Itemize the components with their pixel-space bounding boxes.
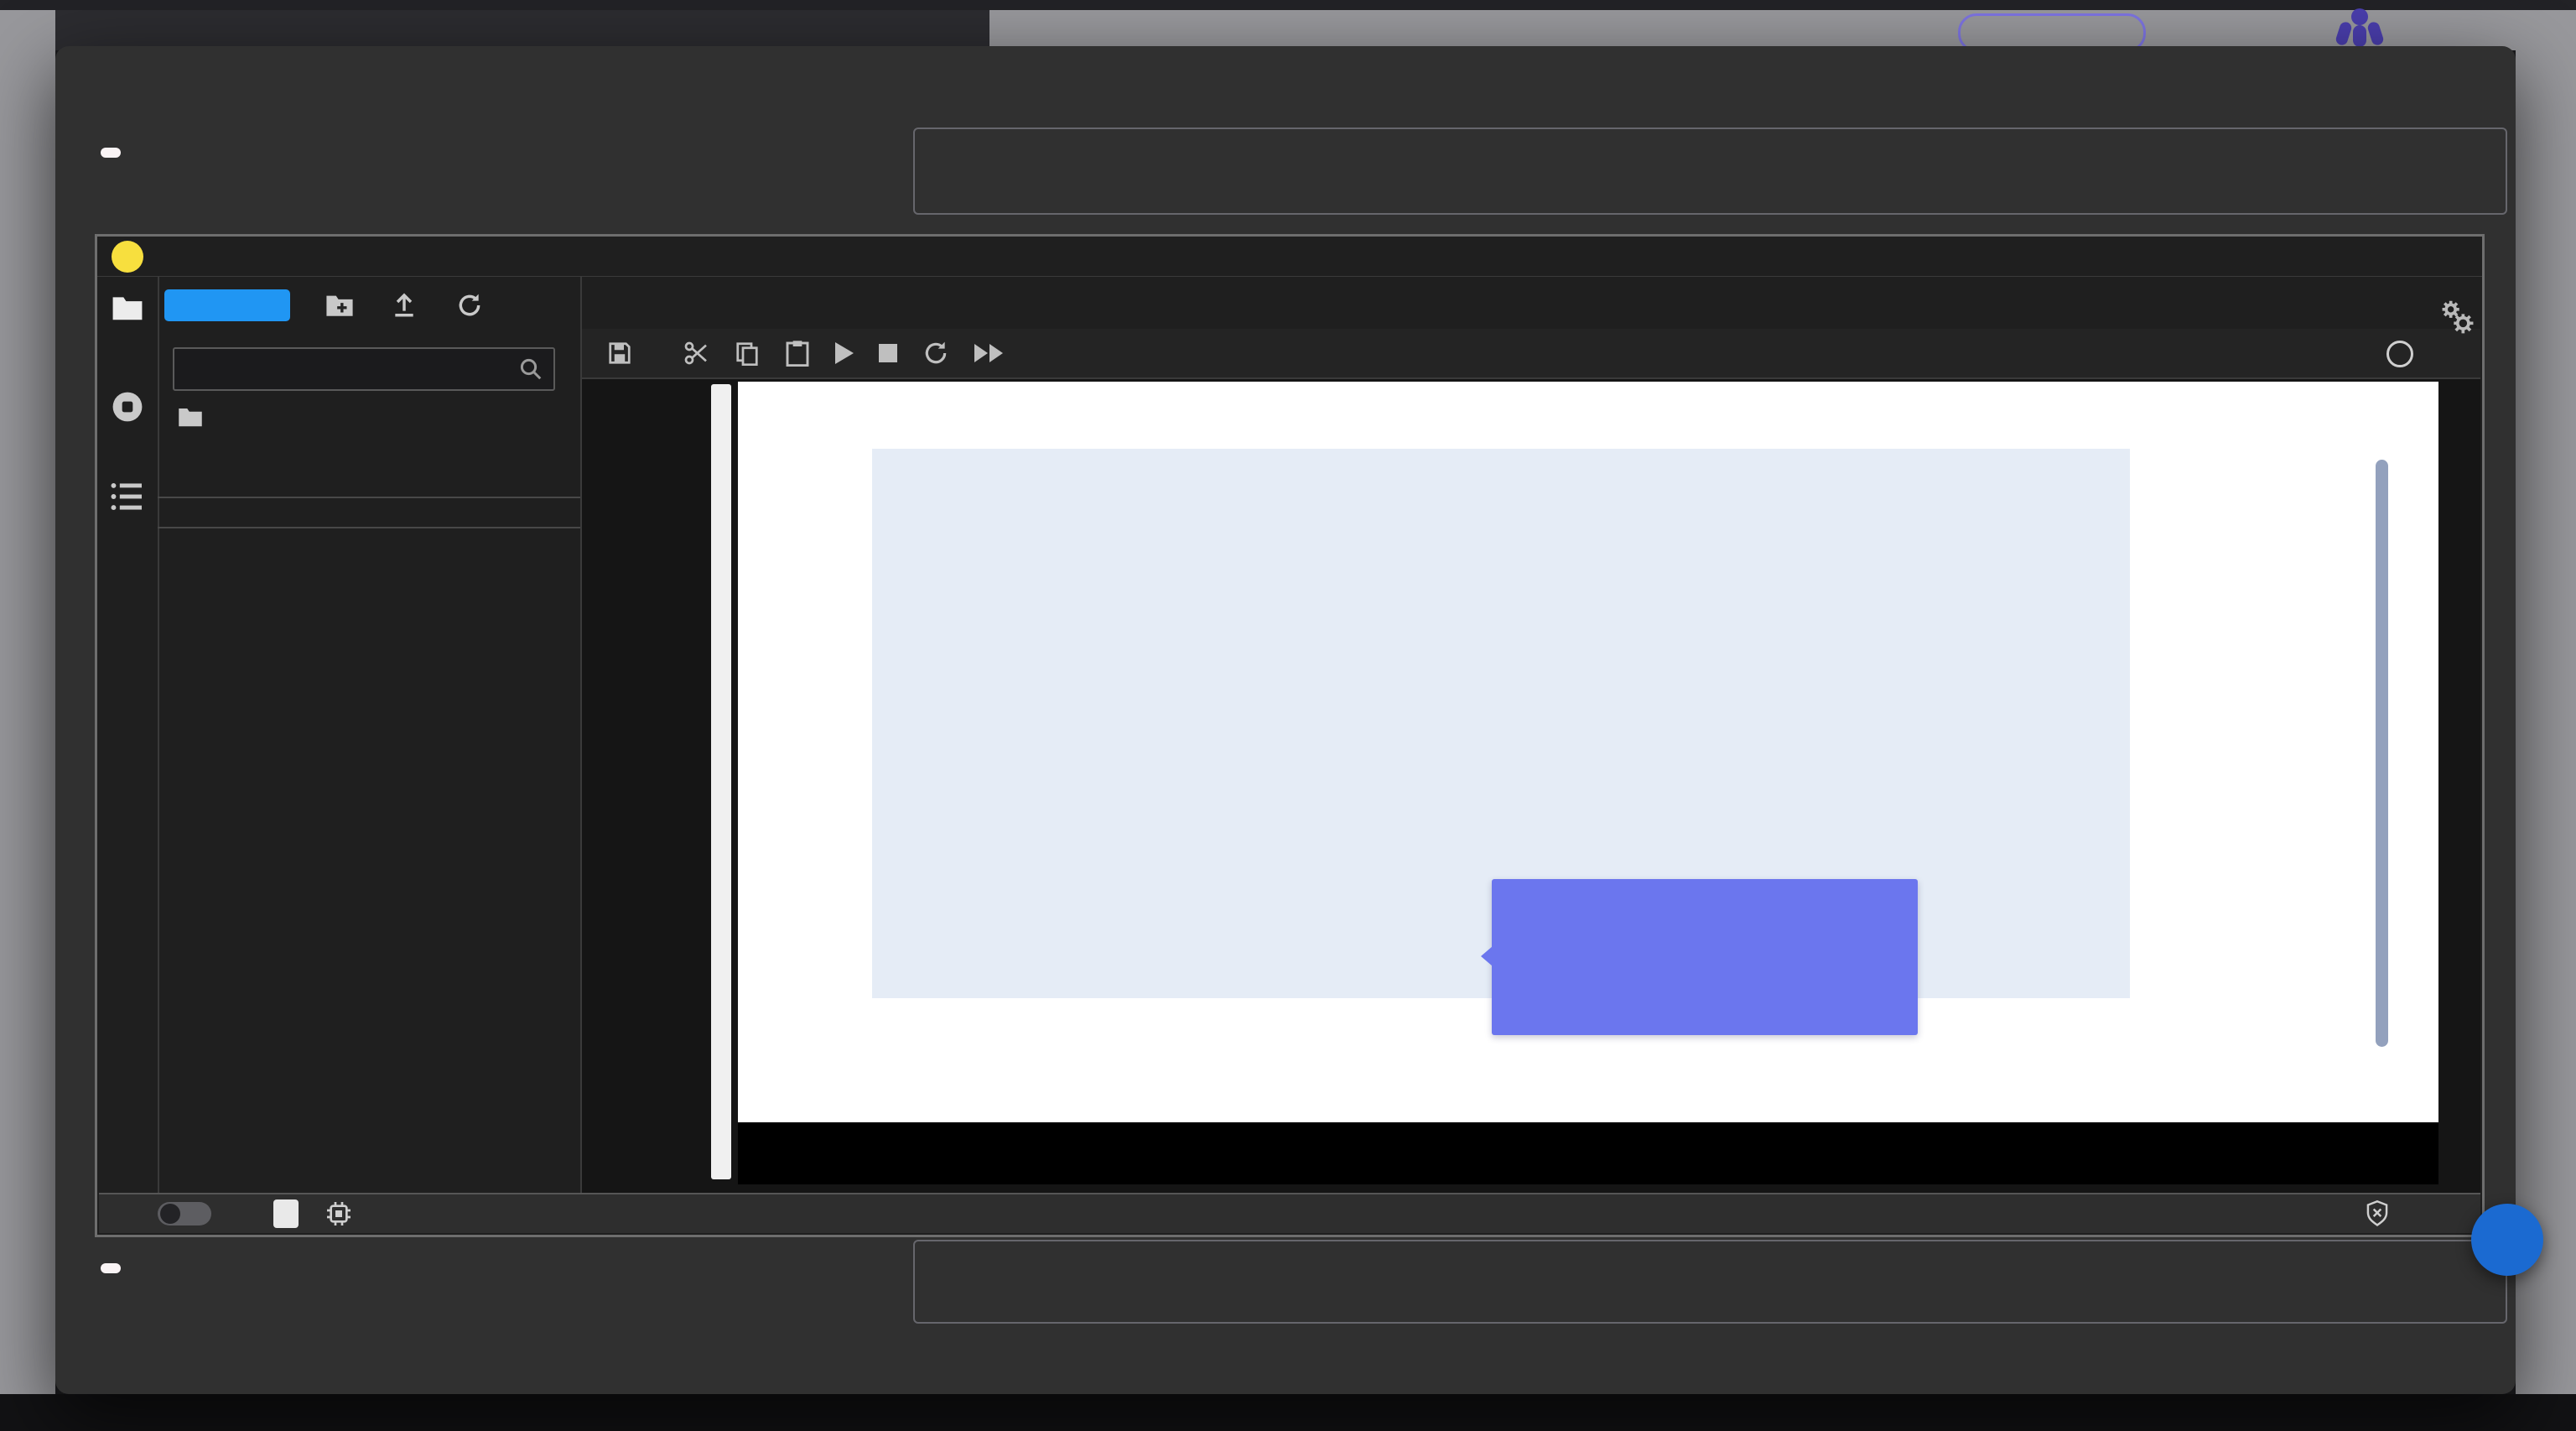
- tooltip-arrow: [1481, 946, 1493, 966]
- paste-icon[interactable]: [785, 340, 810, 367]
- table-of-contents-tab-icon[interactable]: [110, 481, 143, 512]
- background-right-edge: [2516, 10, 2576, 1394]
- save-icon[interactable]: [607, 341, 632, 366]
- jupyterlite-logo-icon[interactable]: [112, 241, 143, 273]
- cell-output-collapser[interactable]: [711, 384, 731, 1179]
- refresh-icon[interactable]: [456, 292, 483, 319]
- copy-icon[interactable]: [735, 341, 760, 366]
- status-bar-right: [2334, 1200, 2450, 1227]
- chart-legend: [2101, 453, 2394, 1015]
- file-list-header: [158, 497, 580, 528]
- console-output: [738, 1122, 2438, 1184]
- file-browser-tab-icon[interactable]: [112, 294, 143, 322]
- legend-scrollbar[interactable]: [2376, 460, 2388, 1047]
- divider: [158, 277, 159, 1193]
- background-bottom-band: [0, 1394, 2576, 1431]
- simple-mode-toggle[interactable]: [158, 1202, 211, 1225]
- kernel-status-icon[interactable]: [2386, 341, 2413, 367]
- status-bar: [99, 1193, 2480, 1233]
- cpu-icon[interactable]: [325, 1200, 352, 1227]
- cut-icon[interactable]: [683, 340, 709, 367]
- notebook-toolbar: [582, 329, 2480, 379]
- terminal-icon[interactable]: [273, 1199, 299, 1228]
- run-cell-icon[interactable]: [835, 342, 854, 364]
- background-app-sidebar: [0, 10, 55, 1394]
- input-materials-field[interactable]: [913, 127, 2507, 215]
- upload-icon[interactable]: [391, 292, 418, 319]
- home-folder-icon[interactable]: [178, 406, 203, 428]
- restart-kernel-icon[interactable]: [922, 340, 949, 367]
- filter-files-input[interactable]: [173, 347, 555, 391]
- new-launcher-button[interactable]: [164, 289, 290, 321]
- breadcrumb: [178, 406, 226, 428]
- screen: [0, 0, 2576, 1431]
- running-sessions-tab-icon[interactable]: [112, 391, 143, 423]
- background-top-band: [0, 0, 2576, 10]
- restart-run-all-icon[interactable]: [974, 344, 1005, 362]
- gear-icon[interactable]: [2438, 299, 2475, 336]
- input-materials-label: [97, 148, 124, 158]
- jupyter-menu-bar: [97, 237, 2482, 277]
- output-materials-field[interactable]: [913, 1240, 2507, 1324]
- info-button[interactable]: [2471, 1204, 2543, 1276]
- app-logo-icon: [2333, 5, 2386, 47]
- stop-kernel-icon[interactable]: [879, 344, 897, 362]
- new-folder-icon[interactable]: [325, 293, 354, 318]
- chart-tooltip: [1492, 879, 1918, 1035]
- trust-shield-icon[interactable]: [2365, 1200, 2390, 1227]
- status-bar-left: [146, 1199, 381, 1228]
- output-materials-label: [97, 1263, 124, 1273]
- materials-in-code: [101, 148, 121, 158]
- materials-out-code: [101, 1263, 121, 1273]
- search-icon: [518, 356, 543, 382]
- background-header-dark: [55, 10, 989, 50]
- file-browser-toolbar: [164, 285, 575, 325]
